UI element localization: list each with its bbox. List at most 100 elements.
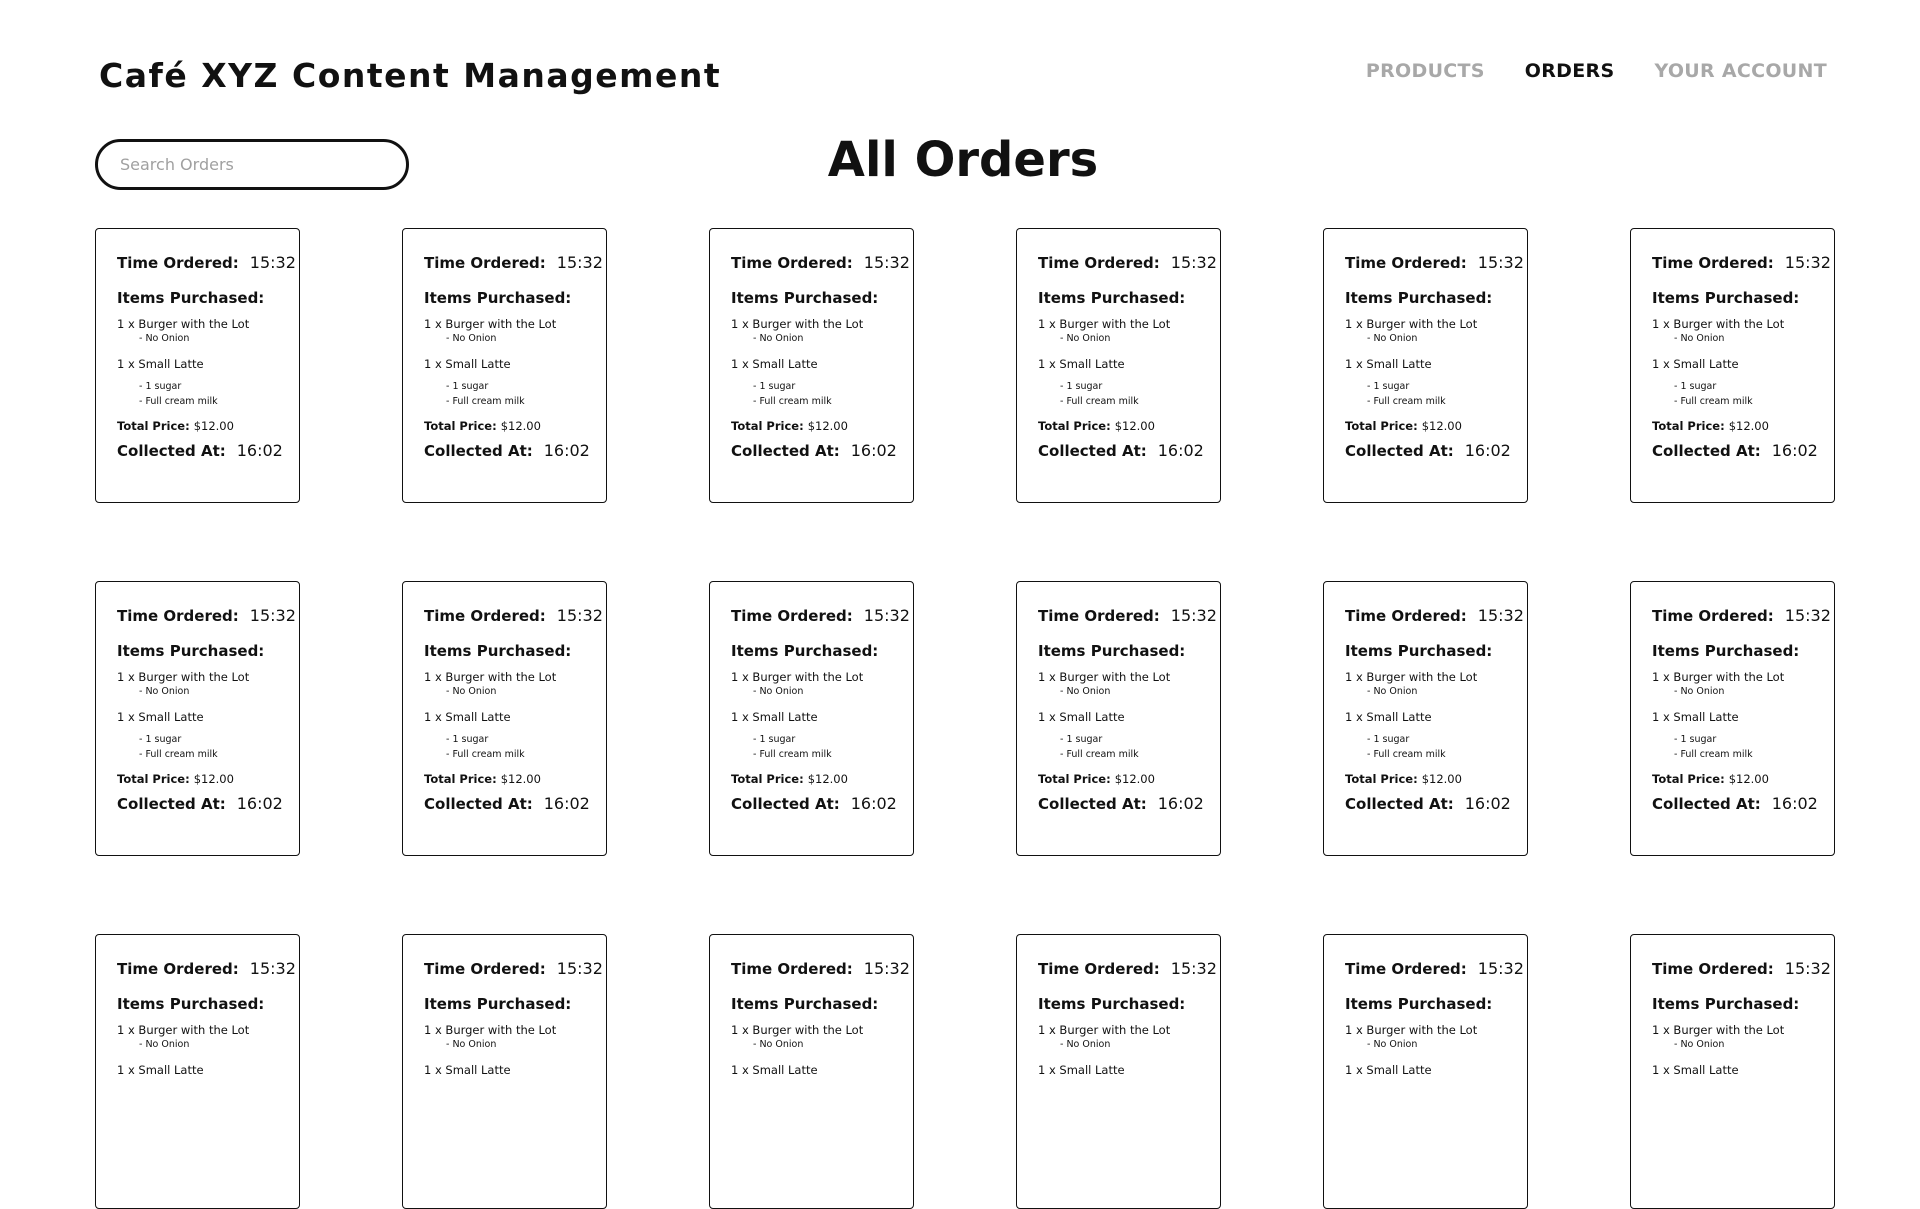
time-ordered-label: Time Ordered: bbox=[117, 607, 239, 625]
time-ordered-row: Time Ordered: 15:32 bbox=[424, 959, 606, 981]
time-ordered-value: 15:32 bbox=[863, 606, 910, 625]
items-purchased-label: Items Purchased: bbox=[1345, 289, 1493, 307]
items-purchased-label: Items Purchased: bbox=[1652, 642, 1800, 660]
collected-at-value: 16:02 bbox=[850, 794, 897, 813]
item-modifier: - Full cream milk bbox=[139, 396, 218, 407]
time-ordered-row: Time Ordered: 15:32 bbox=[117, 606, 299, 628]
collected-at-label: Collected At: bbox=[424, 442, 533, 460]
total-price-label: Total Price: bbox=[1345, 419, 1418, 433]
collected-at-row: Collected At: 16:02 bbox=[117, 794, 299, 813]
order-card[interactable]: Time Ordered: 15:32 Items Purchased: 1 x Bu… bbox=[1323, 934, 1528, 1209]
collected-at-label: Collected At: bbox=[424, 795, 533, 813]
nav-link-products[interactable]: PRODUCTS bbox=[1366, 60, 1485, 82]
order-card[interactable]: Time Ordered: 15:32 Items Purchased: 1 x Bu… bbox=[402, 581, 607, 856]
order-item: 1 x Small Latte bbox=[117, 710, 204, 724]
total-price-value: $12.00 bbox=[1421, 419, 1462, 433]
item-modifier: - No Onion bbox=[753, 1039, 804, 1050]
time-ordered-row: Time Ordered: 15:32 bbox=[1652, 606, 1834, 628]
order-card[interactable]: Time Ordered: 15:32 Items Purchased: 1 x Bu… bbox=[402, 934, 607, 1209]
order-item: 1 x Burger with the Lot bbox=[424, 1023, 557, 1037]
collected-at-label: Collected At: bbox=[1345, 795, 1454, 813]
time-ordered-label: Time Ordered: bbox=[117, 254, 239, 272]
time-ordered-value: 15:32 bbox=[1170, 606, 1217, 625]
total-price-row: Total Price: $12.00 bbox=[117, 772, 299, 786]
collected-at-row: Collected At: 16:02 bbox=[1345, 441, 1527, 460]
order-item: 1 x Small Latte bbox=[424, 1063, 511, 1077]
order-card[interactable]: Time Ordered: 15:32 Items Purchased: 1 x Bu… bbox=[95, 934, 300, 1209]
item-modifier: - 1 sugar bbox=[1060, 381, 1103, 392]
time-ordered-label: Time Ordered: bbox=[1038, 960, 1160, 978]
item-modifier: - No Onion bbox=[1674, 686, 1725, 697]
order-card[interactable]: Time Ordered: 15:32 Items Purchased: 1 x Bu… bbox=[95, 581, 300, 856]
time-ordered-row: Time Ordered: 15:32 bbox=[1345, 959, 1527, 981]
item-modifier: - No Onion bbox=[446, 686, 497, 697]
page-heading: All Orders bbox=[827, 132, 1099, 188]
total-price-label: Total Price: bbox=[117, 772, 190, 786]
order-card[interactable]: Time Ordered: 15:32 Items Purchased: 1 x Bu… bbox=[1630, 581, 1835, 856]
time-ordered-value: 15:32 bbox=[1784, 253, 1831, 272]
collected-at-value: 16:02 bbox=[543, 441, 590, 460]
order-card[interactable]: Time Ordered: 15:32 Items Purchased: 1 x Bu… bbox=[1323, 228, 1528, 503]
order-item: 1 x Small Latte bbox=[1038, 357, 1125, 371]
nav-link-orders[interactable]: ORDERS bbox=[1525, 60, 1615, 82]
total-price-row: Total Price: $12.00 bbox=[424, 772, 606, 786]
order-card[interactable]: Time Ordered: 15:32 Items Purchased: 1 x Bu… bbox=[402, 228, 607, 503]
collected-at-row: Collected At: 16:02 bbox=[424, 441, 606, 460]
items-purchased-label: Items Purchased: bbox=[1345, 995, 1493, 1013]
order-item: 1 x Burger with the Lot bbox=[1345, 670, 1478, 684]
collected-at-value: 16:02 bbox=[236, 794, 283, 813]
order-card[interactable]: Time Ordered: 15:32 Items Purchased: 1 x Bu… bbox=[1016, 934, 1221, 1209]
collected-at-label: Collected At: bbox=[117, 442, 226, 460]
order-item: 1 x Burger with the Lot bbox=[1038, 670, 1171, 684]
order-card[interactable]: Time Ordered: 15:32 Items Purchased: 1 x Bu… bbox=[709, 934, 914, 1209]
item-modifier: - 1 sugar bbox=[1674, 381, 1717, 392]
order-item: 1 x Burger with the Lot bbox=[117, 317, 250, 331]
order-card[interactable]: Time Ordered: 15:32 Items Purchased: 1 x Bu… bbox=[709, 581, 914, 856]
time-ordered-label: Time Ordered: bbox=[731, 960, 853, 978]
item-modifier: - No Onion bbox=[1674, 333, 1725, 344]
collected-at-label: Collected At: bbox=[1345, 442, 1454, 460]
items-purchased-label: Items Purchased: bbox=[731, 642, 879, 660]
total-price-row: Total Price: $12.00 bbox=[424, 419, 606, 433]
time-ordered-row: Time Ordered: 15:32 bbox=[1652, 253, 1834, 275]
time-ordered-label: Time Ordered: bbox=[731, 254, 853, 272]
item-modifier: - 1 sugar bbox=[139, 734, 182, 745]
collected-at-label: Collected At: bbox=[731, 795, 840, 813]
order-item: 1 x Small Latte bbox=[731, 357, 818, 371]
time-ordered-value: 15:32 bbox=[1477, 959, 1524, 978]
nav-link-your-account[interactable]: YOUR ACCOUNT bbox=[1654, 60, 1827, 82]
item-modifier: - 1 sugar bbox=[1367, 381, 1410, 392]
order-card[interactable]: Time Ordered: 15:32 Items Purchased: 1 x Bu… bbox=[1630, 228, 1835, 503]
total-price-label: Total Price: bbox=[731, 772, 804, 786]
order-item: 1 x Small Latte bbox=[731, 710, 818, 724]
order-item: 1 x Burger with the Lot bbox=[731, 1023, 864, 1037]
total-price-value: $12.00 bbox=[807, 772, 848, 786]
order-item: 1 x Burger with the Lot bbox=[1345, 317, 1478, 331]
order-item: 1 x Small Latte bbox=[1345, 710, 1432, 724]
total-price-value: $12.00 bbox=[1728, 772, 1769, 786]
order-card[interactable]: Time Ordered: 15:32 Items Purchased: 1 x Bu… bbox=[709, 228, 914, 503]
item-modifier: - 1 sugar bbox=[446, 734, 489, 745]
total-price-label: Total Price: bbox=[1038, 772, 1111, 786]
orders-grid: Time Ordered: 15:32 Items Purchased: 1 x Bu… bbox=[95, 228, 1835, 1209]
total-price-value: $12.00 bbox=[807, 419, 848, 433]
order-item: 1 x Burger with the Lot bbox=[1038, 1023, 1171, 1037]
item-modifier: - No Onion bbox=[1674, 1039, 1725, 1050]
item-modifier: - Full cream milk bbox=[446, 749, 525, 760]
time-ordered-label: Time Ordered: bbox=[117, 960, 239, 978]
collected-at-label: Collected At: bbox=[1038, 795, 1147, 813]
items-purchased-label: Items Purchased: bbox=[1038, 995, 1186, 1013]
time-ordered-label: Time Ordered: bbox=[1345, 960, 1467, 978]
order-card[interactable]: Time Ordered: 15:32 Items Purchased: 1 x Bu… bbox=[1016, 228, 1221, 503]
order-card[interactable]: Time Ordered: 15:32 Items Purchased: 1 x Bu… bbox=[95, 228, 300, 503]
item-modifier: - Full cream milk bbox=[753, 749, 832, 760]
order-card[interactable]: Time Ordered: 15:32 Items Purchased: 1 x Bu… bbox=[1016, 581, 1221, 856]
total-price-value: $12.00 bbox=[1421, 772, 1462, 786]
items-purchased-label: Items Purchased: bbox=[117, 642, 265, 660]
order-card[interactable]: Time Ordered: 15:32 Items Purchased: 1 x Bu… bbox=[1630, 934, 1835, 1209]
total-price-label: Total Price: bbox=[1038, 419, 1111, 433]
order-card[interactable]: Time Ordered: 15:32 Items Purchased: 1 x Bu… bbox=[1323, 581, 1528, 856]
time-ordered-label: Time Ordered: bbox=[1345, 607, 1467, 625]
item-modifier: - No Onion bbox=[1367, 1039, 1418, 1050]
time-ordered-row: Time Ordered: 15:32 bbox=[731, 959, 913, 981]
